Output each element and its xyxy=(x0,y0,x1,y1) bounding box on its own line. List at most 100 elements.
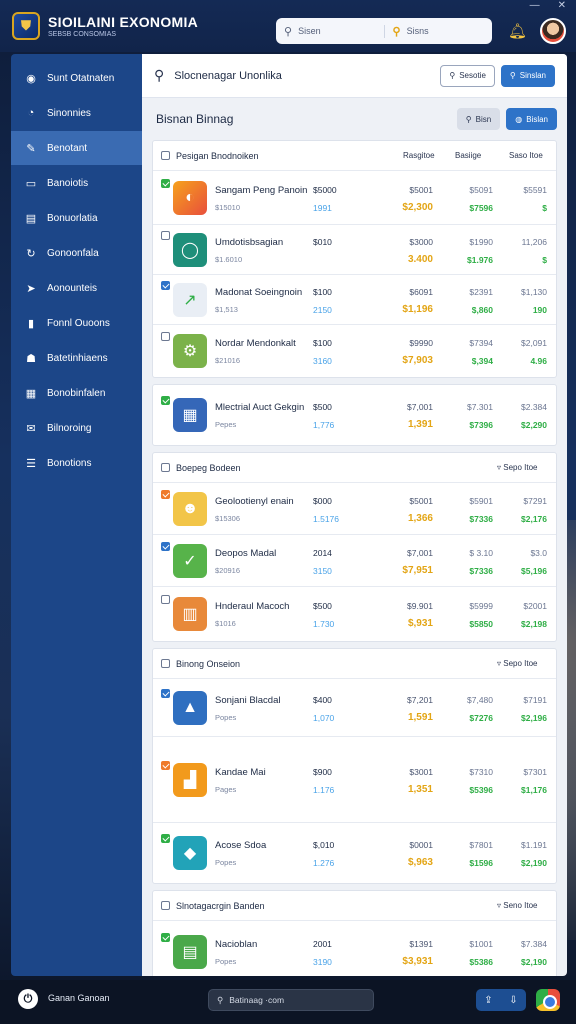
sidebar-item-3[interactable]: ✎ Benotant xyxy=(11,131,142,165)
table-row[interactable]: ▥ Hnderaul Macoch $1016 $500 1.730 $9.901 $,93… xyxy=(153,587,556,641)
search-icon: ⚲ xyxy=(465,114,472,124)
table-row[interactable]: ◆ Acose Sdoa Popes $,010 1.276 $0001 $,963 $780… xyxy=(153,823,556,883)
header-outline-label: Sesotie xyxy=(459,71,486,80)
row-checkbox[interactable] xyxy=(161,689,170,698)
section-checkbox[interactable] xyxy=(161,463,170,472)
value-cell: $0001 xyxy=(409,840,433,850)
value-cell: 1,366 xyxy=(407,513,433,524)
download-icon[interactable]: ⇩ xyxy=(509,995,517,1006)
sort-label[interactable]: ▿ Sepo Itoe xyxy=(497,463,538,472)
value-cell: $ xyxy=(542,203,547,213)
row-checkbox[interactable] xyxy=(161,332,170,341)
value-cell: 3.400 xyxy=(407,254,433,265)
value-cell: $9990 xyxy=(409,338,433,348)
sidebar-item-5[interactable]: ▤ Bonuorlatia xyxy=(11,201,142,235)
value-cell: $1001 xyxy=(469,939,493,949)
value-cell: $7336 xyxy=(469,514,493,524)
close-button[interactable]: ✕ xyxy=(558,0,566,11)
taskbar-buttons[interactable]: ⇪ ⇩ xyxy=(476,989,526,1011)
table-row[interactable]: ▟ Kandae Mai Pages $900 1.176 $3001 1,351 $7310… xyxy=(153,737,556,823)
minimize-button[interactable]: — xyxy=(530,0,540,11)
value-cell: 11,206 xyxy=(521,237,547,247)
browser-icon[interactable] xyxy=(536,989,560,1011)
search-field-right[interactable]: ⚲ Sisns xyxy=(383,24,493,38)
sidebar-item-10[interactable]: ▦ Bonobinfalen xyxy=(11,376,142,410)
main-header: ⚲ Slocnenagar Unonlika ⚲ Sesotie ⚲ Sinsl… xyxy=(142,54,567,98)
sidebar-item-11[interactable]: ✉ Bilnoroing xyxy=(11,411,142,445)
sort-label[interactable]: ▿ Sepo Itoe xyxy=(497,659,538,668)
item-thumbnail-icon: ◯ xyxy=(173,233,207,267)
table-row[interactable]: ☻ Geolootienyl enain $15306 $000 1.5176 $5001… xyxy=(153,483,556,535)
item-subtitle: $1.6010 xyxy=(215,255,243,264)
column-header[interactable]: Basiige xyxy=(455,151,481,160)
bottom-taskbar: ⏻ Ganan Ganoan ⚲ Batinaag ·com ⇪ ⇩ xyxy=(0,980,576,1024)
edit-icon: ✎ xyxy=(26,142,36,155)
sub-gray-button[interactable]: ⚲ Bisn xyxy=(456,108,501,130)
section-checkbox[interactable] xyxy=(161,151,170,160)
top-search[interactable]: ⚲ Sisen ⚲ Sisns xyxy=(276,18,492,44)
value-cell: $2,198 xyxy=(521,619,547,629)
header-outline-button[interactable]: ⚲ Sesotie xyxy=(440,64,495,87)
sidebar-item-2[interactable]: ◔ Sinonnies xyxy=(11,96,142,130)
column-header[interactable]: Saso Itoe xyxy=(509,151,543,160)
sidebar-item-9[interactable]: ☗ Batetinhiaens xyxy=(11,341,142,375)
upload-icon[interactable]: ⇪ xyxy=(484,995,492,1006)
user-avatar[interactable] xyxy=(540,18,566,44)
sidebar-item-1[interactable]: ◉ Sunt Otatnaten xyxy=(11,61,142,95)
header-primary-button[interactable]: ⚲ Sinslan xyxy=(500,64,555,87)
item-thumbnail-icon: ▥ xyxy=(173,597,207,631)
table-row[interactable]: ⚙ Nordar Mendonkalt $21016 $100 3160 $9990 $7,… xyxy=(153,325,556,377)
sort-label-text: Seno Itoe xyxy=(503,901,538,910)
sidebar-item-label: Sunt Otatnaten xyxy=(47,72,115,84)
section-checkbox[interactable] xyxy=(161,659,170,668)
section-card: Slnotagacrgin Banden ▿ Seno Itoe ▤ Naciobla… xyxy=(152,890,557,976)
row-checkbox[interactable] xyxy=(161,490,170,499)
value-cell: 2014 xyxy=(313,548,332,558)
sidebar-item-8[interactable]: ▮ Fonnl Ouoons xyxy=(11,306,142,340)
value-cell: $2001 xyxy=(523,601,547,611)
table-row[interactable]: ▤ Nacioblan Popes 2001 3190 $1391 $3,931 $1001 $… xyxy=(153,921,556,976)
row-checkbox[interactable] xyxy=(161,933,170,942)
sidebar-item-12[interactable]: ☰ Bonotions xyxy=(11,446,142,480)
sidebar-item-6[interactable]: ↻ Gonoonfala xyxy=(11,236,142,270)
row-checkbox[interactable] xyxy=(161,231,170,240)
row-checkbox[interactable] xyxy=(161,595,170,604)
notification-bell-icon[interactable]: 🔔︎ xyxy=(508,22,527,40)
sidebar-item-7[interactable]: ➤ Aonounteis xyxy=(11,271,142,305)
column-header[interactable]: Rasgitoe xyxy=(403,151,435,160)
value-cell: $,963 xyxy=(407,857,433,868)
table-row[interactable]: ◐ Sangam Peng Panoin $15010 $5000 1991 $5001 $… xyxy=(153,171,556,225)
row-checkbox[interactable] xyxy=(161,179,170,188)
sidebar: ◉ Sunt Otatnaten ◔ Sinonnies ✎ Benotant ▭ Banoi… xyxy=(11,54,142,976)
value-cell: $7,951 xyxy=(402,565,433,576)
value-cell: $3000 xyxy=(409,237,433,247)
value-cell: $7596 xyxy=(469,203,493,213)
document-icon: ▤ xyxy=(25,212,37,225)
value-cell: 2150 xyxy=(313,305,332,315)
power-icon[interactable]: ⏻ xyxy=(18,989,38,1009)
value-cell: $1391 xyxy=(409,939,433,949)
row-checkbox[interactable] xyxy=(161,396,170,405)
taskbar-search[interactable]: ⚲ Batinaag ·com xyxy=(208,989,374,1011)
row-checkbox[interactable] xyxy=(161,281,170,290)
row-checkbox[interactable] xyxy=(161,542,170,551)
sidebar-item-4[interactable]: ▭ Banoiotis xyxy=(11,166,142,200)
row-checkbox[interactable] xyxy=(161,761,170,770)
section-card: Boepeg Bodeen ▿ Sepo Itoe ☻ Geolootienyl en… xyxy=(152,452,557,642)
table-row[interactable]: ✓ Deopos Madal $20916 2014 3150 $7,001 $7,951 $… xyxy=(153,535,556,587)
section-checkbox[interactable] xyxy=(161,901,170,910)
sub-primary-button[interactable]: ◍ Bislan xyxy=(506,108,557,130)
sub-primary-label: Bislan xyxy=(526,114,548,124)
search-field-left[interactable]: ⚲ Sisen xyxy=(276,25,384,38)
row-checkbox[interactable] xyxy=(161,834,170,843)
sort-label-text: Sepo Itoe xyxy=(503,463,538,472)
table-row[interactable]: ↗ Madonat Soeingnoin $1,513 $100 2150 $6091 $1… xyxy=(153,275,556,325)
search-icon[interactable]: ⚲ xyxy=(154,67,164,84)
sort-label[interactable]: ▿ Seno Itoe xyxy=(497,901,538,910)
table-row[interactable]: ▲ Sonjani Blacdal Popes $400 1,070 $7,201 1,59… xyxy=(153,679,556,737)
value-cell: $9.901 xyxy=(407,601,433,611)
table-row[interactable]: ◯ Umdotisbsagian $1.6010 $010 $3000 3.400 $199… xyxy=(153,225,556,275)
item-thumbnail-icon: ◐ xyxy=(173,181,207,215)
section-name: Binong Onseion xyxy=(176,658,241,669)
table-row[interactable]: ▦ Mlectrial Auct Gekgin Pepes $500 1,776 $7,0… xyxy=(153,385,556,445)
